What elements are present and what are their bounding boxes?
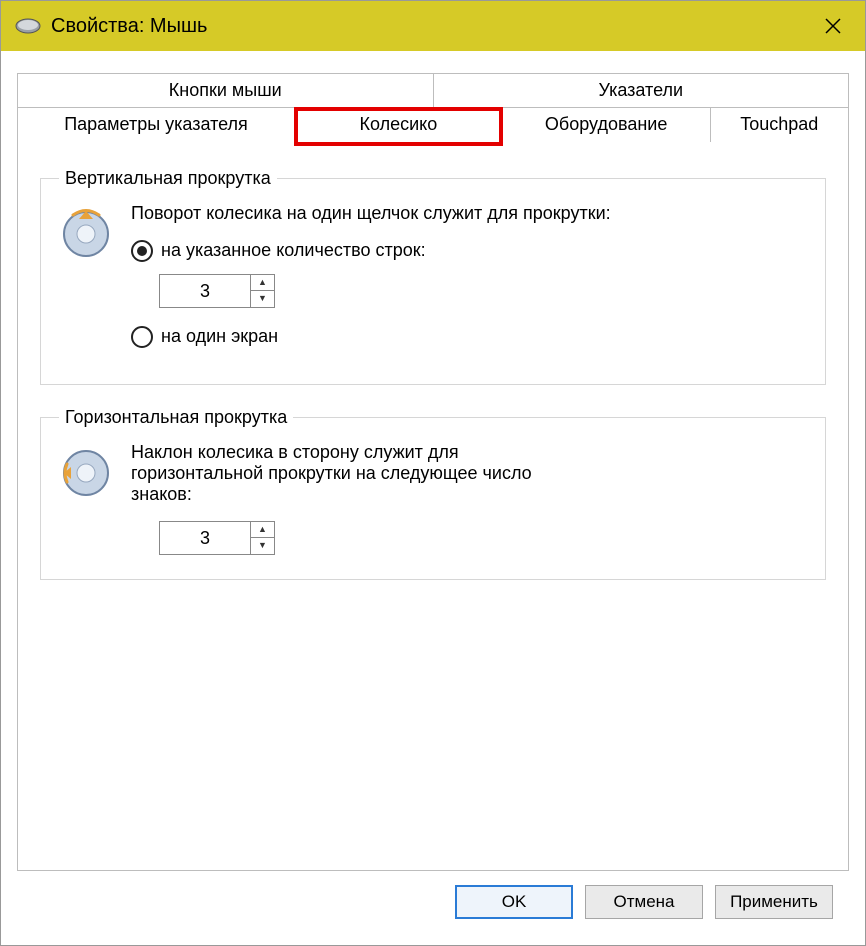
vertical-scroll-group: Вертикальная прокрутка Поворот колесика … (40, 168, 826, 385)
radio-lines-row[interactable]: на указанное количество строк: (131, 240, 807, 262)
apply-button[interactable]: Применить (715, 885, 833, 919)
content-area: Кнопки мыши Указатели Параметры указател… (1, 51, 865, 945)
tab-body: Вертикальная прокрутка Поворот колесика … (17, 142, 849, 872)
spinner-up-icon[interactable]: ▲ (251, 275, 274, 292)
tab-wheel[interactable]: Колесико (295, 108, 503, 142)
horizontal-desc: Наклон колесика в сторону служит для гор… (131, 442, 561, 505)
radio-screen[interactable] (131, 326, 153, 348)
horizontal-chars-spinner[interactable]: 3 ▲ ▼ (159, 521, 275, 555)
window-title: Свойства: Мышь (51, 15, 807, 38)
vertical-desc: Поворот колесика на один щелчок служит д… (131, 203, 807, 224)
wheel-horizontal-icon (59, 444, 113, 503)
close-button[interactable] (807, 1, 859, 51)
cancel-button[interactable]: Отмена (585, 885, 703, 919)
tab-strip: Кнопки мыши Указатели Параметры указател… (17, 73, 849, 142)
horizontal-scroll-group: Горизонтальная прокрутка Наклон колесика… (40, 407, 826, 580)
mouse-icon (15, 18, 41, 34)
tab-buttons[interactable]: Кнопки мыши (18, 74, 434, 108)
spinner-up-icon[interactable]: ▲ (251, 522, 274, 539)
horizontal-legend: Горизонтальная прокрутка (59, 407, 293, 428)
radio-screen-row[interactable]: на один экран (131, 326, 807, 348)
titlebar: Свойства: Мышь (1, 1, 865, 51)
tab-touchpad[interactable]: Touchpad (710, 108, 849, 142)
horizontal-chars-value[interactable]: 3 (160, 522, 250, 554)
vertical-lines-value[interactable]: 3 (160, 275, 250, 307)
wheel-vertical-icon (59, 205, 113, 264)
tab-hardware[interactable]: Оборудование (502, 108, 710, 142)
radio-lines[interactable] (131, 240, 153, 262)
vertical-legend: Вертикальная прокрутка (59, 168, 277, 189)
dialog-buttons: OK Отмена Применить (17, 871, 849, 935)
spinner-down-icon[interactable]: ▼ (251, 291, 274, 307)
mouse-properties-window: Свойства: Мышь Кнопки мыши Указатели Пар… (0, 0, 866, 946)
radio-lines-label: на указанное количество строк: (161, 240, 426, 261)
radio-screen-label: на один экран (161, 326, 278, 347)
ok-button[interactable]: OK (455, 885, 573, 919)
tab-pointers[interactable]: Указатели (433, 74, 849, 108)
tab-pointer-options[interactable]: Параметры указателя (18, 108, 295, 142)
spinner-down-icon[interactable]: ▼ (251, 538, 274, 554)
vertical-lines-spinner[interactable]: 3 ▲ ▼ (159, 274, 275, 308)
